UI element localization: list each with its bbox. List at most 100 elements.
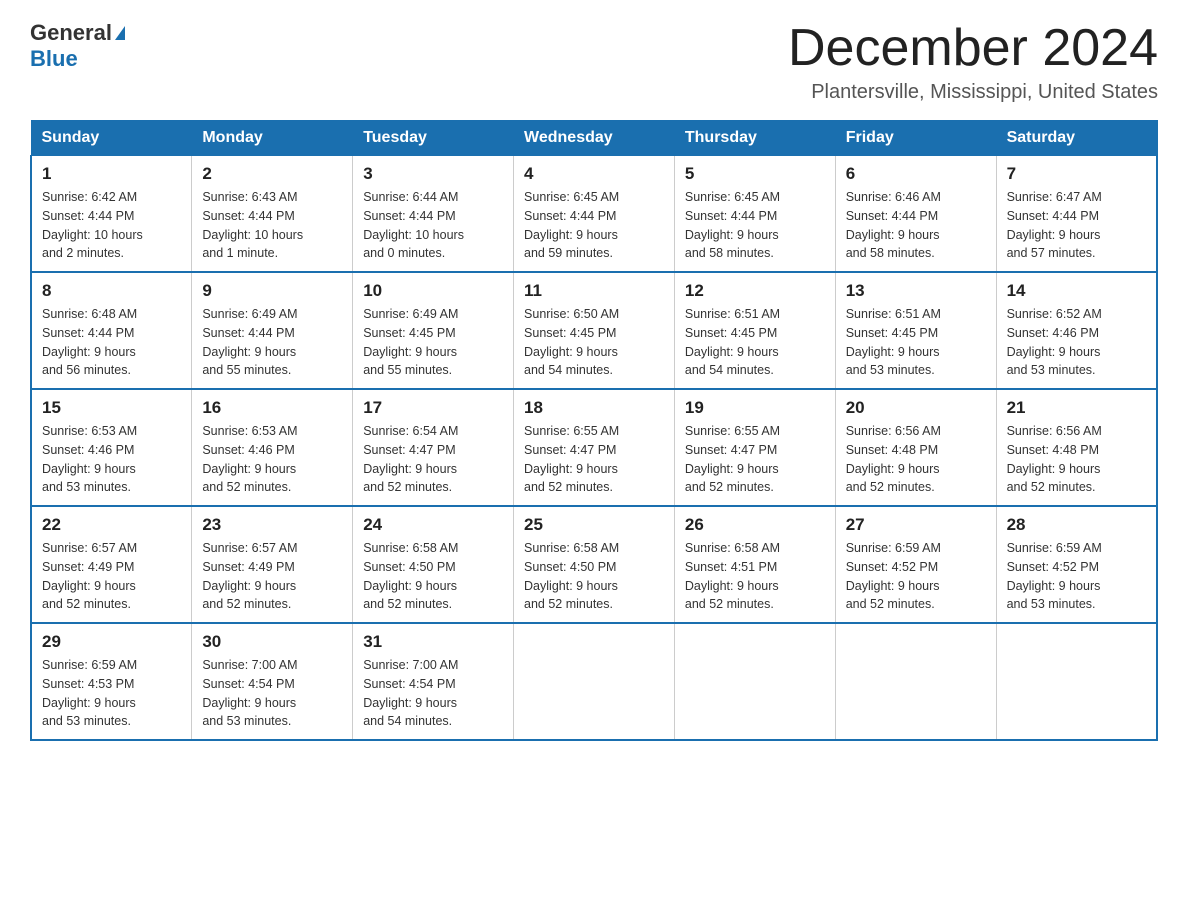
day-number: 12 — [685, 281, 825, 301]
day-number: 23 — [202, 515, 342, 535]
day-number: 13 — [846, 281, 986, 301]
calendar-table: SundayMondayTuesdayWednesdayThursdayFrid… — [30, 120, 1158, 741]
calendar-day-cell: 3 Sunrise: 6:44 AMSunset: 4:44 PMDayligh… — [353, 156, 514, 273]
calendar-title: December 2024 — [788, 20, 1158, 77]
calendar-day-cell — [674, 623, 835, 740]
day-number: 8 — [42, 281, 181, 301]
day-info: Sunrise: 6:55 AMSunset: 4:47 PMDaylight:… — [524, 422, 664, 497]
calendar-week-row: 8 Sunrise: 6:48 AMSunset: 4:44 PMDayligh… — [31, 272, 1157, 389]
calendar-day-cell: 11 Sunrise: 6:50 AMSunset: 4:45 PMDaylig… — [514, 272, 675, 389]
day-info: Sunrise: 6:58 AMSunset: 4:50 PMDaylight:… — [524, 539, 664, 614]
calendar-day-cell: 9 Sunrise: 6:49 AMSunset: 4:44 PMDayligh… — [192, 272, 353, 389]
day-number: 25 — [524, 515, 664, 535]
calendar-header-row: SundayMondayTuesdayWednesdayThursdayFrid… — [31, 121, 1157, 156]
day-number: 11 — [524, 281, 664, 301]
calendar-day-cell: 27 Sunrise: 6:59 AMSunset: 4:52 PMDaylig… — [835, 506, 996, 623]
day-number: 21 — [1007, 398, 1146, 418]
calendar-day-cell: 2 Sunrise: 6:43 AMSunset: 4:44 PMDayligh… — [192, 156, 353, 273]
day-info: Sunrise: 6:58 AMSunset: 4:50 PMDaylight:… — [363, 539, 503, 614]
day-number: 26 — [685, 515, 825, 535]
day-info: Sunrise: 6:56 AMSunset: 4:48 PMDaylight:… — [846, 422, 986, 497]
calendar-day-cell: 15 Sunrise: 6:53 AMSunset: 4:46 PMDaylig… — [31, 389, 192, 506]
logo-blue-text: Blue — [30, 46, 78, 71]
day-info: Sunrise: 6:42 AMSunset: 4:44 PMDaylight:… — [42, 188, 181, 263]
calendar-day-cell: 16 Sunrise: 6:53 AMSunset: 4:46 PMDaylig… — [192, 389, 353, 506]
page-header: General Blue December 2024 Plantersville… — [30, 20, 1158, 104]
calendar-day-cell: 20 Sunrise: 6:56 AMSunset: 4:48 PMDaylig… — [835, 389, 996, 506]
logo-general-text: General — [30, 20, 112, 46]
day-number: 9 — [202, 281, 342, 301]
calendar-day-cell: 31 Sunrise: 7:00 AMSunset: 4:54 PMDaylig… — [353, 623, 514, 740]
calendar-day-cell: 6 Sunrise: 6:46 AMSunset: 4:44 PMDayligh… — [835, 156, 996, 273]
day-number: 19 — [685, 398, 825, 418]
calendar-day-cell: 19 Sunrise: 6:55 AMSunset: 4:47 PMDaylig… — [674, 389, 835, 506]
day-info: Sunrise: 6:49 AMSunset: 4:44 PMDaylight:… — [202, 305, 342, 380]
calendar-day-cell: 13 Sunrise: 6:51 AMSunset: 4:45 PMDaylig… — [835, 272, 996, 389]
day-info: Sunrise: 6:43 AMSunset: 4:44 PMDaylight:… — [202, 188, 342, 263]
header-monday: Monday — [192, 121, 353, 156]
day-info: Sunrise: 6:44 AMSunset: 4:44 PMDaylight:… — [363, 188, 503, 263]
day-number: 20 — [846, 398, 986, 418]
calendar-day-cell: 4 Sunrise: 6:45 AMSunset: 4:44 PMDayligh… — [514, 156, 675, 273]
day-number: 15 — [42, 398, 181, 418]
calendar-day-cell: 10 Sunrise: 6:49 AMSunset: 4:45 PMDaylig… — [353, 272, 514, 389]
header-sunday: Sunday — [31, 121, 192, 156]
day-info: Sunrise: 6:53 AMSunset: 4:46 PMDaylight:… — [202, 422, 342, 497]
day-number: 6 — [846, 164, 986, 184]
day-info: Sunrise: 6:56 AMSunset: 4:48 PMDaylight:… — [1007, 422, 1146, 497]
day-info: Sunrise: 6:47 AMSunset: 4:44 PMDaylight:… — [1007, 188, 1146, 263]
calendar-week-row: 22 Sunrise: 6:57 AMSunset: 4:49 PMDaylig… — [31, 506, 1157, 623]
header-thursday: Thursday — [674, 121, 835, 156]
calendar-day-cell: 22 Sunrise: 6:57 AMSunset: 4:49 PMDaylig… — [31, 506, 192, 623]
day-number: 29 — [42, 632, 181, 652]
day-number: 5 — [685, 164, 825, 184]
day-info: Sunrise: 6:52 AMSunset: 4:46 PMDaylight:… — [1007, 305, 1146, 380]
title-section: December 2024 Plantersville, Mississippi… — [788, 20, 1158, 104]
day-info: Sunrise: 6:57 AMSunset: 4:49 PMDaylight:… — [42, 539, 181, 614]
day-info: Sunrise: 7:00 AMSunset: 4:54 PMDaylight:… — [202, 656, 342, 731]
day-info: Sunrise: 6:54 AMSunset: 4:47 PMDaylight:… — [363, 422, 503, 497]
calendar-day-cell: 8 Sunrise: 6:48 AMSunset: 4:44 PMDayligh… — [31, 272, 192, 389]
day-info: Sunrise: 7:00 AMSunset: 4:54 PMDaylight:… — [363, 656, 503, 731]
calendar-day-cell: 1 Sunrise: 6:42 AMSunset: 4:44 PMDayligh… — [31, 156, 192, 273]
day-number: 1 — [42, 164, 181, 184]
day-info: Sunrise: 6:59 AMSunset: 4:52 PMDaylight:… — [1007, 539, 1146, 614]
day-number: 3 — [363, 164, 503, 184]
calendar-day-cell: 29 Sunrise: 6:59 AMSunset: 4:53 PMDaylig… — [31, 623, 192, 740]
calendar-day-cell: 25 Sunrise: 6:58 AMSunset: 4:50 PMDaylig… — [514, 506, 675, 623]
day-info: Sunrise: 6:51 AMSunset: 4:45 PMDaylight:… — [846, 305, 986, 380]
day-number: 22 — [42, 515, 181, 535]
day-number: 14 — [1007, 281, 1146, 301]
calendar-subtitle: Plantersville, Mississippi, United State… — [788, 81, 1158, 104]
day-number: 24 — [363, 515, 503, 535]
day-number: 30 — [202, 632, 342, 652]
day-info: Sunrise: 6:48 AMSunset: 4:44 PMDaylight:… — [42, 305, 181, 380]
header-friday: Friday — [835, 121, 996, 156]
day-number: 31 — [363, 632, 503, 652]
day-info: Sunrise: 6:49 AMSunset: 4:45 PMDaylight:… — [363, 305, 503, 380]
calendar-day-cell: 18 Sunrise: 6:55 AMSunset: 4:47 PMDaylig… — [514, 389, 675, 506]
calendar-day-cell: 26 Sunrise: 6:58 AMSunset: 4:51 PMDaylig… — [674, 506, 835, 623]
header-saturday: Saturday — [996, 121, 1157, 156]
logo: General Blue — [30, 20, 128, 72]
day-number: 10 — [363, 281, 503, 301]
day-number: 18 — [524, 398, 664, 418]
day-number: 2 — [202, 164, 342, 184]
day-number: 7 — [1007, 164, 1146, 184]
logo-triangle-icon — [115, 26, 125, 40]
day-info: Sunrise: 6:59 AMSunset: 4:52 PMDaylight:… — [846, 539, 986, 614]
calendar-day-cell: 5 Sunrise: 6:45 AMSunset: 4:44 PMDayligh… — [674, 156, 835, 273]
calendar-day-cell — [514, 623, 675, 740]
day-number: 4 — [524, 164, 664, 184]
calendar-day-cell: 7 Sunrise: 6:47 AMSunset: 4:44 PMDayligh… — [996, 156, 1157, 273]
calendar-day-cell: 23 Sunrise: 6:57 AMSunset: 4:49 PMDaylig… — [192, 506, 353, 623]
day-info: Sunrise: 6:50 AMSunset: 4:45 PMDaylight:… — [524, 305, 664, 380]
header-tuesday: Tuesday — [353, 121, 514, 156]
calendar-day-cell: 14 Sunrise: 6:52 AMSunset: 4:46 PMDaylig… — [996, 272, 1157, 389]
day-info: Sunrise: 6:58 AMSunset: 4:51 PMDaylight:… — [685, 539, 825, 614]
day-info: Sunrise: 6:45 AMSunset: 4:44 PMDaylight:… — [524, 188, 664, 263]
day-number: 28 — [1007, 515, 1146, 535]
day-number: 17 — [363, 398, 503, 418]
calendar-week-row: 29 Sunrise: 6:59 AMSunset: 4:53 PMDaylig… — [31, 623, 1157, 740]
calendar-day-cell: 24 Sunrise: 6:58 AMSunset: 4:50 PMDaylig… — [353, 506, 514, 623]
